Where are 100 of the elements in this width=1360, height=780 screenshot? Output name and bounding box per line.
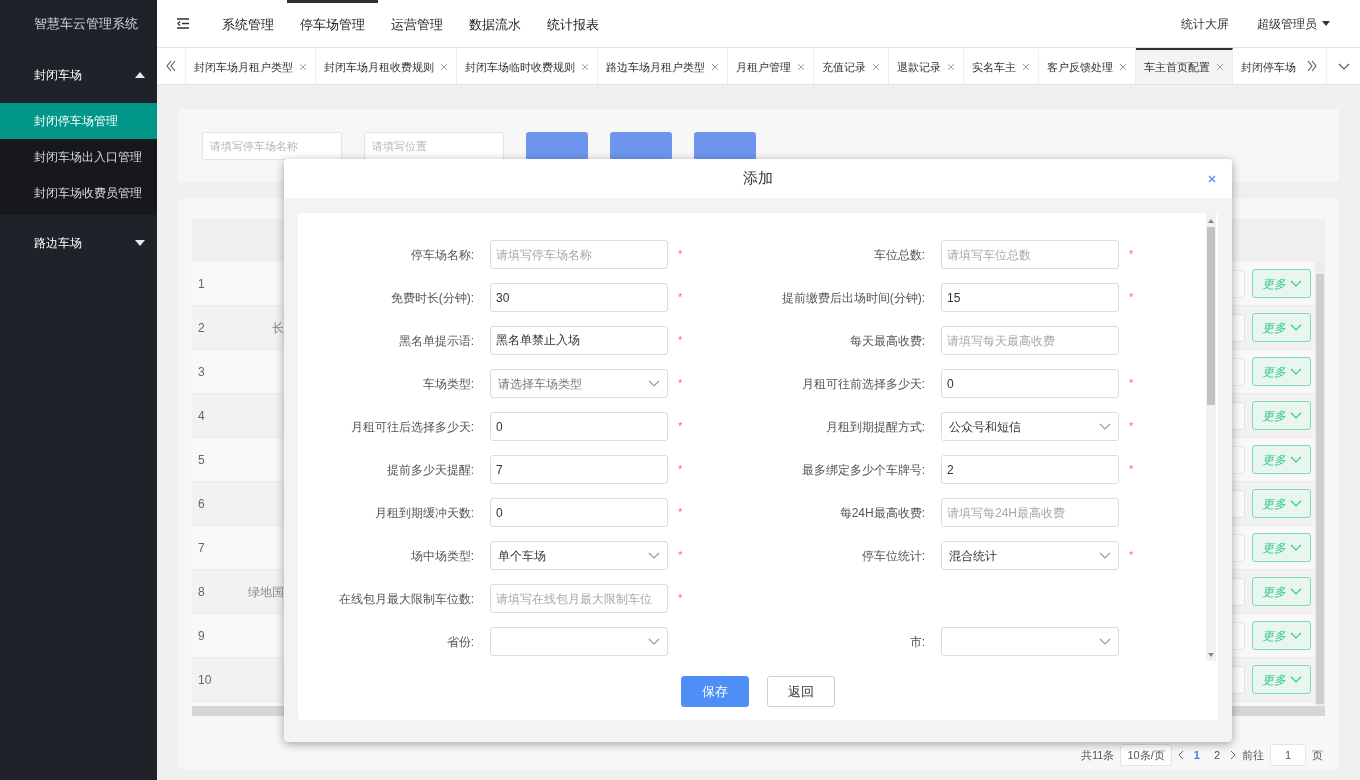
close-icon[interactable] xyxy=(1216,63,1224,71)
tab[interactable]: 充值记录 xyxy=(814,48,889,84)
export-button[interactable] xyxy=(694,132,756,160)
field-label: 省份: xyxy=(445,633,474,651)
table-cell-text: 2 xyxy=(197,319,206,337)
input-field[interactable]: 请填写每天最高收费 xyxy=(941,326,1119,355)
search-field[interactable]: 请填写位置 xyxy=(364,132,504,160)
input-field[interactable]: 请填写每24H最高收费 xyxy=(941,498,1119,527)
field-label: 提前缴费后出场时间(分钟): xyxy=(780,289,925,307)
table-cell-text: 7 xyxy=(197,539,206,557)
top-menu-item[interactable]: 系统管理 xyxy=(209,0,287,47)
sidebar-group[interactable]: 路边车场 xyxy=(0,215,157,271)
page-size-select[interactable]: 10条/页 xyxy=(1120,744,1172,766)
tab[interactable]: 封闭车场月租收费规则 xyxy=(316,48,457,84)
tab[interactable]: 实名车主 xyxy=(964,48,1039,84)
tab[interactable]: 退款记录 xyxy=(889,48,964,84)
input-field[interactable]: 2 xyxy=(941,455,1119,484)
chevron-down-icon xyxy=(1289,632,1302,639)
scrollbar-thumb[interactable] xyxy=(1316,274,1324,704)
scroll-up-icon[interactable] xyxy=(1208,219,1214,223)
field-label: 免费时长(分钟): xyxy=(389,289,474,307)
tab[interactable]: 车主首页配置 xyxy=(1136,48,1233,84)
select-field[interactable]: 混合统计 xyxy=(941,541,1119,570)
close-icon[interactable] xyxy=(797,63,805,71)
field-label: 月租可往后选择多少天: xyxy=(349,418,474,436)
select-field[interactable]: 公众号和短信 xyxy=(941,412,1119,441)
field-label: 车位总数: xyxy=(872,246,925,264)
close-icon[interactable] xyxy=(711,63,719,71)
close-icon[interactable] xyxy=(1022,63,1030,71)
page-input[interactable]: 1 xyxy=(1270,744,1306,766)
chevron-down-icon xyxy=(1289,676,1302,683)
field-label: 黑名单提示语: xyxy=(397,332,474,350)
tab[interactable]: 月租户管理 xyxy=(728,48,814,84)
dropdown-icon[interactable] xyxy=(1337,62,1350,70)
add-button[interactable] xyxy=(610,132,672,160)
next-page-icon[interactable] xyxy=(1230,750,1236,760)
chevron-down-icon xyxy=(1099,552,1111,559)
input-field[interactable]: 0 xyxy=(490,412,668,441)
back-button[interactable]: 返回 xyxy=(767,676,835,707)
tab[interactable]: 路边车场月租户类型 xyxy=(598,48,728,84)
close-icon[interactable] xyxy=(581,63,589,71)
scrollbar-thumb[interactable] xyxy=(1207,227,1215,405)
page-number[interactable]: 2 xyxy=(1209,746,1224,764)
chevron-down-icon xyxy=(1289,324,1302,331)
tab[interactable]: 封闭车场临时收费规则 xyxy=(457,48,598,84)
input-field[interactable]: 30 xyxy=(490,283,668,312)
input-field[interactable]: 7 xyxy=(490,455,668,484)
select-field[interactable]: 单个车场 xyxy=(490,541,668,570)
required-mark: * xyxy=(1129,247,1135,263)
field-label: 每天最高收费: xyxy=(848,332,925,350)
sidebar-item[interactable]: 封闭车场出入口管理 xyxy=(0,139,157,175)
header-link[interactable]: 统计大屏 xyxy=(1181,0,1229,47)
input-field[interactable]: 请填写停车场名称 xyxy=(490,240,668,269)
select-field[interactable]: 请选择车场类型 xyxy=(490,369,668,398)
sidebar-group[interactable]: 封闭车场 xyxy=(0,47,157,103)
input-field[interactable]: 请填写在线包月最大限制车位 xyxy=(490,584,668,613)
scroll-right-icon[interactable] xyxy=(1307,60,1317,72)
modal-title: 添加 xyxy=(743,168,773,189)
chevron-down-icon xyxy=(648,380,660,387)
scroll-left-icon[interactable] xyxy=(166,60,176,72)
input-field[interactable]: 15 xyxy=(941,283,1119,312)
chevron-down-icon xyxy=(648,552,660,559)
input-field[interactable]: 0 xyxy=(490,498,668,527)
input-field[interactable]: 黑名单禁止入场 xyxy=(490,326,668,355)
top-menu-item[interactable]: 统计报表 xyxy=(534,0,612,47)
select-field[interactable] xyxy=(490,627,668,656)
chevron-down-icon xyxy=(1289,500,1302,507)
sidebar-item[interactable]: 封闭车场收费员管理 xyxy=(0,175,157,211)
required-mark: * xyxy=(1129,290,1135,306)
select-field[interactable] xyxy=(941,627,1119,656)
scrollbar[interactable] xyxy=(1315,262,1325,706)
field-label: 月租到期提醒方式: xyxy=(824,418,925,436)
previous-page-icon[interactable] xyxy=(1177,750,1184,760)
close-icon[interactable] xyxy=(440,63,448,71)
close-icon[interactable] xyxy=(947,63,955,71)
scrollbar[interactable] xyxy=(1206,213,1216,661)
close-icon[interactable] xyxy=(1208,175,1216,183)
table-cell-text: 长 xyxy=(271,319,284,337)
sidebar-item[interactable]: 封闭停车场管理 xyxy=(0,103,157,139)
top-menu-item[interactable]: 运营管理 xyxy=(378,0,456,47)
table-cell-text: 3 xyxy=(197,363,206,381)
search-field[interactable]: 请填写停车场名称 xyxy=(202,132,342,160)
field-label: 提前多少天提醒: xyxy=(385,461,474,479)
close-icon[interactable] xyxy=(872,63,880,71)
field-label: 市: xyxy=(908,633,925,651)
top-menu-item[interactable]: 数据流水 xyxy=(456,0,534,47)
close-icon[interactable] xyxy=(299,63,307,71)
query-button[interactable] xyxy=(526,132,588,160)
tab[interactable]: 封闭车场月租户类型 xyxy=(186,48,316,84)
input-field[interactable]: 0 xyxy=(941,369,1119,398)
field-label: 在线包月最大限制车位数: xyxy=(337,590,474,608)
input-field[interactable]: 请填写车位总数 xyxy=(941,240,1119,269)
menu-icon[interactable] xyxy=(177,18,189,29)
tab[interactable]: 封闭停车场 xyxy=(1233,48,1298,84)
chevron-down-icon xyxy=(1289,544,1302,551)
user-menu[interactable]: 超级管理员 xyxy=(1257,0,1330,47)
close-icon[interactable] xyxy=(1119,63,1127,71)
required-mark: * xyxy=(678,462,684,478)
field-label: 场中场类型: xyxy=(409,547,474,565)
page-number[interactable]: 1 xyxy=(1189,746,1204,764)
